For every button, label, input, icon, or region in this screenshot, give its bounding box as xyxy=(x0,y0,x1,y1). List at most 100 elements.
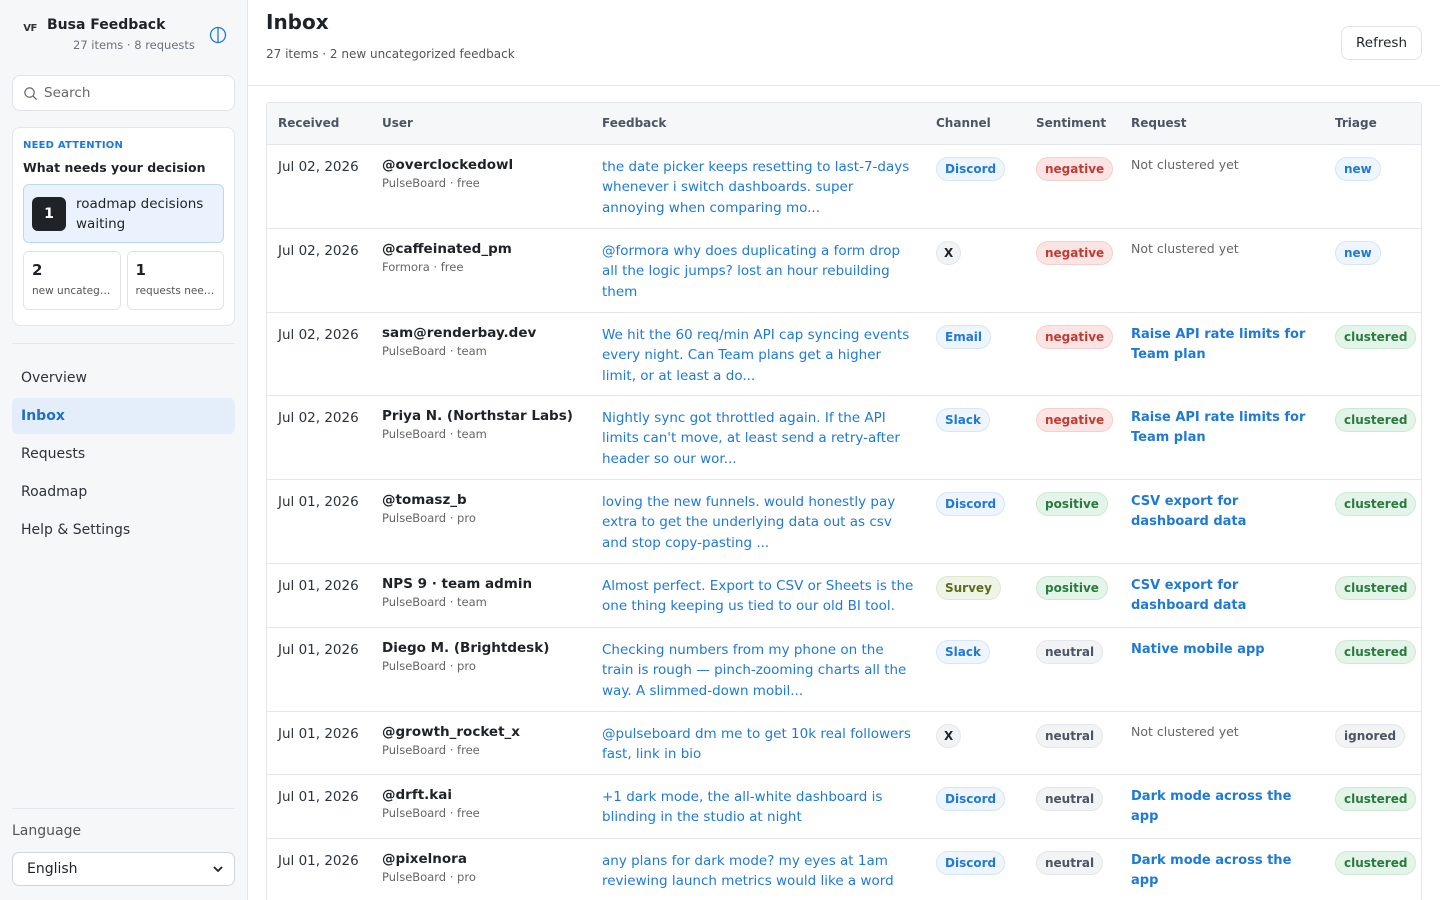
triage-cell: new xyxy=(1324,144,1421,229)
request-cell: CSV export for dashboard data xyxy=(1120,479,1324,564)
received-date: Jul 01, 2026 xyxy=(278,788,359,805)
triage-badge[interactable]: new xyxy=(1335,240,1381,265)
request-link[interactable]: Raise API rate limits for Team plan xyxy=(1131,325,1313,366)
nav-item-overview[interactable]: Overview xyxy=(12,360,235,396)
column-header-user[interactable]: User xyxy=(371,103,591,145)
request-link[interactable]: Native mobile app xyxy=(1131,640,1313,661)
language-select[interactable]: English xyxy=(12,852,235,886)
nav-item-inbox[interactable]: Inbox xyxy=(12,398,235,434)
feedback-link[interactable]: @pulseboard dm me to get 10k real follow… xyxy=(602,724,914,765)
request-unclustered: Not clustered yet xyxy=(1131,240,1239,256)
feedback-cell: +1 dark mode, the all-white dashboard is… xyxy=(591,774,925,839)
table-row[interactable]: Jul 01, 2026 Diego M. (Brightdesk) PulseBo… xyxy=(267,627,1421,712)
request-link[interactable]: Raise API rate limits for Team plan xyxy=(1131,408,1313,449)
sentiment-cell: negative xyxy=(1025,228,1120,313)
triage-badge[interactable]: new xyxy=(1335,156,1381,181)
user-org: PulseBoard · team xyxy=(382,594,487,609)
user-name: Priya N. (Northstar Labs) xyxy=(382,407,573,424)
inbox-table: Received User Feedback Channel Sentiment… xyxy=(267,103,1421,900)
received-cell: Jul 02, 2026 xyxy=(267,144,371,229)
sentiment-cell: negative xyxy=(1025,144,1120,229)
received-date: Jul 01, 2026 xyxy=(278,725,359,742)
roadmap-decisions-card[interactable]: 1 roadmap decisions waiting xyxy=(23,184,224,243)
feedback-cell: We hit the 60 req/min API cap syncing ev… xyxy=(591,312,925,396)
column-header-request[interactable]: Request xyxy=(1120,103,1324,145)
triage-badge[interactable]: clustered xyxy=(1335,786,1417,811)
feedback-link[interactable]: loving the new funnels. would honestly p… xyxy=(602,492,914,554)
triage-badge[interactable]: clustered xyxy=(1335,324,1417,349)
user-cell: @pixelnora PulseBoard · pro xyxy=(371,838,591,900)
column-header-sentiment[interactable]: Sentiment xyxy=(1025,103,1120,145)
feedback-link[interactable]: Nightly sync got throttled again. If the… xyxy=(602,408,914,470)
channel-cell: X xyxy=(925,228,1025,313)
search-icon xyxy=(24,86,38,100)
table-row[interactable]: Jul 02, 2026 @overclockedowl PulseBoard · … xyxy=(267,144,1421,229)
nav-item-requests[interactable]: Requests xyxy=(12,436,235,472)
channel-cell: Email xyxy=(925,312,1025,396)
user-cell: NPS 9 · team admin PulseBoard · team xyxy=(371,563,591,628)
table-row[interactable]: Jul 01, 2026 NPS 9 · team admin PulseBoard… xyxy=(267,563,1421,628)
table-row[interactable]: Jul 02, 2026 @caffeinated_pm Formora · fre… xyxy=(267,228,1421,313)
request-link[interactable]: Dark mode across the app xyxy=(1131,787,1313,828)
sentiment-cell: negative xyxy=(1025,395,1120,480)
triage-badge[interactable]: clustered xyxy=(1335,575,1417,600)
column-header-feedback[interactable]: Feedback xyxy=(591,103,925,145)
feedback-cell: Checking numbers from my phone on the tr… xyxy=(591,627,925,712)
feedback-link[interactable]: We hit the 60 req/min API cap syncing ev… xyxy=(602,325,914,387)
request-link[interactable]: CSV export for dashboard data xyxy=(1131,492,1313,533)
user-name: @caffeinated_pm xyxy=(382,240,512,257)
column-header-received[interactable]: Received xyxy=(267,103,371,145)
page-header: Inbox 27 items · 2 new uncategorized fee… xyxy=(248,0,1440,86)
column-header-channel[interactable]: Channel xyxy=(925,103,1025,145)
requests-review-card[interactable]: 1 requests need review xyxy=(126,251,224,310)
channel-badge: Slack xyxy=(936,407,990,432)
column-header-triage[interactable]: Triage xyxy=(1324,103,1421,145)
request-link[interactable]: CSV export for dashboard data xyxy=(1131,576,1313,617)
sidebar-toggle-icon[interactable] xyxy=(209,26,227,44)
nav-item-help-settings[interactable]: Help & Settings xyxy=(12,512,235,548)
feedback-cell: @formora why does duplicating a form dro… xyxy=(591,228,925,313)
table-row[interactable]: Jul 02, 2026 sam@renderbay.dev PulseBoard … xyxy=(267,312,1421,396)
search-input[interactable] xyxy=(44,85,224,101)
feedback-link[interactable]: +1 dark mode, the all-white dashboard is… xyxy=(602,787,914,828)
triage-cell: new xyxy=(1324,228,1421,313)
sentiment-badge: neutral xyxy=(1036,850,1104,875)
feedback-link[interactable]: Almost perfect. Export to CSV or Sheets … xyxy=(602,576,914,617)
request-cell: Not clustered yet xyxy=(1120,711,1324,775)
search-box[interactable] xyxy=(12,75,235,111)
sentiment-badge: positive xyxy=(1036,491,1108,516)
table-row[interactable]: Jul 01, 2026 @drft.kai PulseBoard · free +1… xyxy=(267,774,1421,839)
user-org: Formora · free xyxy=(382,259,464,274)
table-row[interactable]: Jul 01, 2026 @pixelnora PulseBoard · pro an… xyxy=(267,838,1421,900)
table-row[interactable]: Jul 01, 2026 @growth_rocket_x PulseBoard ·… xyxy=(267,711,1421,775)
triage-badge[interactable]: clustered xyxy=(1335,407,1417,432)
triage-badge[interactable]: clustered xyxy=(1335,491,1417,516)
channel-cell: X xyxy=(925,711,1025,775)
feedback-link[interactable]: @formora why does duplicating a form dro… xyxy=(602,241,914,303)
attention-title: What needs your decision xyxy=(23,160,206,175)
table-row[interactable]: Jul 01, 2026 @tomasz_b PulseBoard · pro lov… xyxy=(267,479,1421,564)
received-date: Jul 02, 2026 xyxy=(278,242,359,259)
feedback-link[interactable]: Checking numbers from my phone on the tr… xyxy=(602,640,914,702)
refresh-button[interactable]: Refresh xyxy=(1341,26,1422,60)
request-link[interactable]: Dark mode across the app xyxy=(1131,851,1313,892)
sentiment-badge: neutral xyxy=(1036,639,1104,664)
nav-item-roadmap[interactable]: Roadmap xyxy=(12,474,235,510)
triage-badge[interactable]: clustered xyxy=(1335,850,1417,875)
request-cell: Dark mode across the app xyxy=(1120,838,1324,900)
language-section: Language English xyxy=(12,808,235,886)
received-cell: Jul 02, 2026 xyxy=(267,312,371,396)
new-uncategorized-card[interactable]: 2 new uncategorized feedback xyxy=(23,251,121,310)
triage-badge[interactable]: ignored xyxy=(1335,723,1406,748)
table-row[interactable]: Jul 02, 2026 Priya N. (Northstar Labs) Pul… xyxy=(267,395,1421,480)
feedback-link[interactable]: any plans for dark mode? my eyes at 1am … xyxy=(602,851,914,892)
feedback-link[interactable]: the date picker keeps resetting to last-… xyxy=(602,157,914,219)
roadmap-decisions-count: 1 xyxy=(32,196,66,231)
user-cell: @growth_rocket_x PulseBoard · free xyxy=(371,711,591,775)
feedback-cell: Nightly sync got throttled again. If the… xyxy=(591,395,925,480)
triage-cell: clustered xyxy=(1324,312,1421,396)
user-name: @drft.kai xyxy=(382,786,452,803)
sentiment-badge: negative xyxy=(1036,240,1114,265)
triage-badge[interactable]: clustered xyxy=(1335,639,1417,664)
request-cell: CSV export for dashboard data xyxy=(1120,563,1324,628)
